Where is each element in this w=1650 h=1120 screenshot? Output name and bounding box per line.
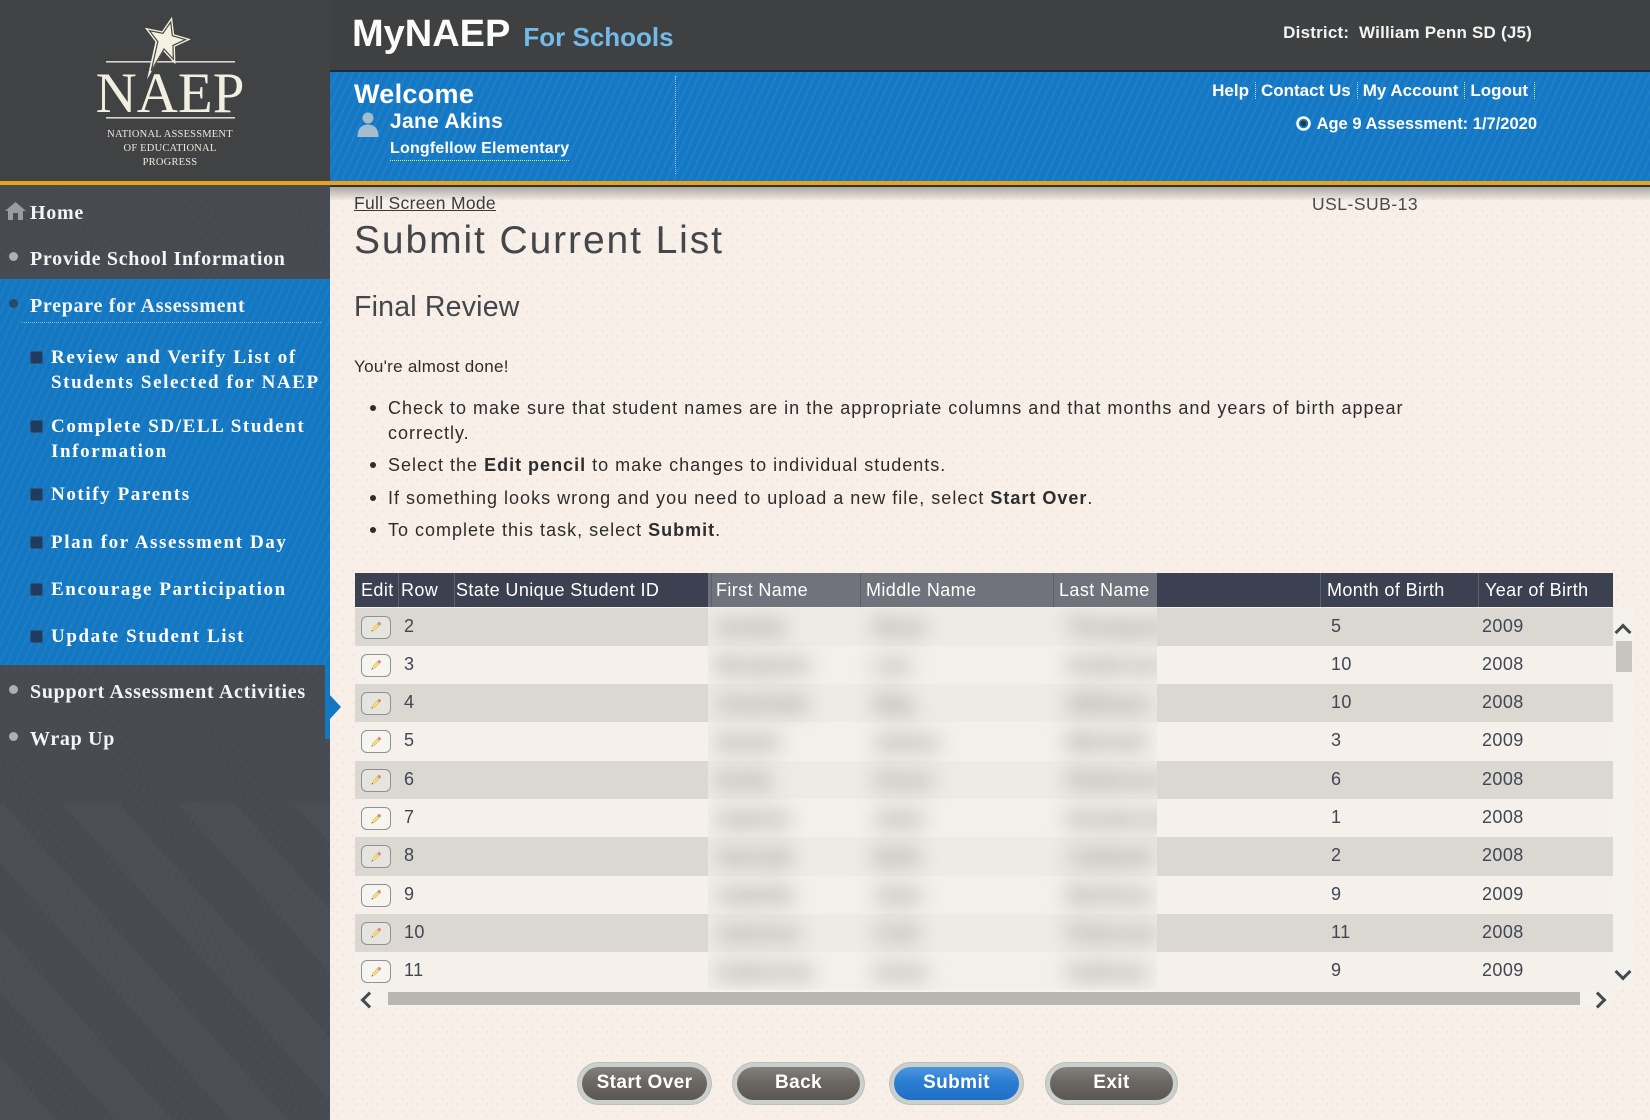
svg-text:PROGRESS: PROGRESS [143, 157, 198, 168]
svg-text:NAEP: NAEP [96, 62, 245, 125]
svg-text:OF EDUCATIONAL: OF EDUCATIONAL [124, 143, 217, 154]
svg-text:NATIONAL ASSESSMENT: NATIONAL ASSESSMENT [107, 129, 233, 140]
